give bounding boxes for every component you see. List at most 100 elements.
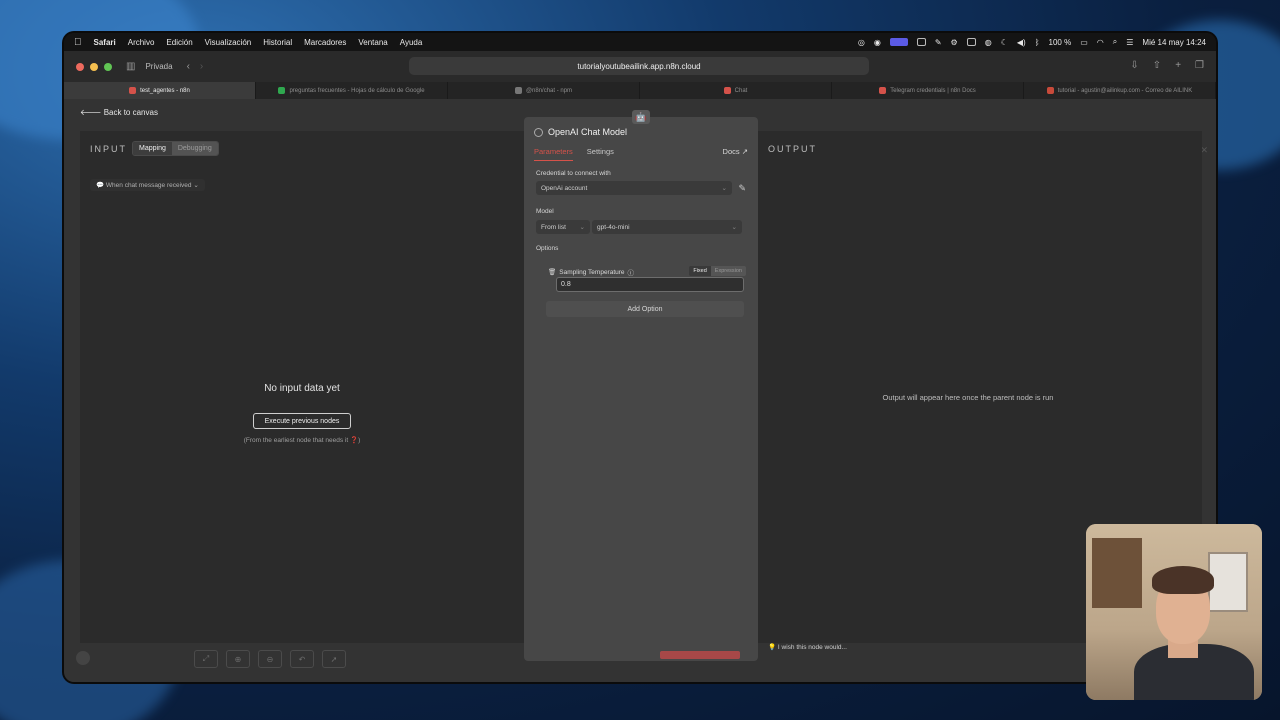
menu-ventana[interactable]: Ventana — [358, 38, 387, 47]
add-option-label: Add Option — [627, 305, 663, 313]
pencil-icon[interactable]: ✎ — [738, 183, 746, 194]
fit-view-icon[interactable]: ⤢ — [194, 650, 218, 668]
status-icon[interactable] — [966, 38, 976, 46]
status-icon[interactable] — [916, 38, 926, 46]
node-details-view: INPUT Mapping Debugging 💬 When chat mess… — [80, 110, 1202, 661]
model-mode-select[interactable]: From list ⌄ — [536, 220, 590, 234]
menu-ayuda[interactable]: Ayuda — [400, 38, 423, 47]
screen-record-icon[interactable] — [889, 38, 908, 46]
add-option-button[interactable]: Add Option — [546, 301, 744, 317]
menu-historial[interactable]: Historial — [263, 38, 292, 47]
status-icon[interactable]: ◉ — [874, 38, 881, 47]
wifi-icon[interactable]: ◠ — [1097, 38, 1104, 47]
status-icon[interactable]: ◎ — [858, 38, 865, 47]
debugging-tab[interactable]: Debugging — [171, 142, 218, 155]
sheets-favicon-icon — [278, 87, 286, 94]
sidebar-icon[interactable]: ▥ — [126, 61, 135, 72]
arrow-left-icon: 🡐 — [80, 108, 102, 117]
model-select[interactable]: gpt-4o-mini ⌄ — [592, 220, 742, 234]
tab-sheets[interactable]: preguntas frecuentes - Hojas de cálculo … — [256, 82, 448, 99]
back-to-canvas-link[interactable]: 🡐 Back to canvas — [80, 107, 158, 117]
trigger-label: When chat message received — [105, 182, 192, 189]
execute-previous-nodes-button[interactable]: Execute previous nodes — [253, 413, 351, 429]
volume-icon[interactable]: ◀) — [1017, 38, 1026, 47]
new-tab-icon[interactable]: + — [1175, 60, 1181, 71]
close-window-button[interactable] — [76, 62, 84, 71]
address-bar[interactable]: tutorialyoutubeailink.app.n8n.cloud — [409, 57, 869, 75]
n8n-app: 🡐 Back to canvas ✕ INPUT Mapping Debuggi… — [64, 99, 1216, 682]
battery-icon[interactable]: ▭ — [1080, 38, 1088, 47]
undo-icon[interactable]: ↶ — [290, 650, 314, 668]
moon-icon[interactable]: ☾ — [1001, 38, 1008, 47]
tab-telegram-docs[interactable]: Telegram credentials | n8n Docs — [832, 82, 1024, 99]
node-tabs: Parameters Settings — [534, 147, 614, 161]
docs-link[interactable]: Docs ↗ — [723, 147, 748, 156]
bluetooth-icon[interactable]: ᛒ — [1035, 38, 1040, 47]
search-icon[interactable]: ⌕ — [1113, 37, 1117, 47]
info-icon[interactable]: ⓘ — [628, 267, 635, 277]
temperature-input[interactable]: 0.8 — [556, 277, 744, 292]
private-label: Privada — [145, 62, 173, 71]
tab-parameters[interactable]: Parameters — [534, 147, 573, 161]
zoom-window-button[interactable] — [104, 62, 112, 71]
share-icon[interactable]: ⇧ — [1153, 60, 1161, 71]
webcam-person-hair — [1152, 566, 1214, 594]
apple-icon[interactable]:  — [74, 37, 82, 48]
mapping-tab[interactable]: Mapping — [133, 142, 172, 155]
node-title[interactable]: OpenAI Chat Model — [534, 127, 627, 137]
menu-edicion[interactable]: Edición — [166, 38, 192, 47]
status-icon[interactable]: ◍ — [985, 38, 992, 47]
expression-option[interactable]: Expression — [710, 266, 746, 276]
fixed-expression-toggle: Fixed Expression — [689, 266, 746, 276]
options-label: Options — [536, 245, 559, 252]
n8n-docs-favicon-icon — [879, 87, 887, 94]
cursor-icon[interactable]: ➚ — [322, 650, 346, 668]
openai-icon — [534, 127, 543, 137]
node-parameters-panel: 🤖 OpenAI Chat Model Parameters Settings … — [524, 110, 758, 661]
tab-chat[interactable]: Chat — [640, 82, 832, 99]
safari-toolbar: ▥ Privada ‹ › tutorialyoutubeailink.app.… — [64, 51, 1216, 82]
download-icon[interactable]: ⇩ — [1130, 60, 1138, 71]
tab-n8n[interactable]: test_agentes - n8n — [64, 82, 256, 99]
mac-screen:  Safari Archivo Edición Visualización H… — [64, 33, 1216, 682]
input-panel: INPUT Mapping Debugging 💬 When chat mess… — [80, 131, 524, 643]
back-label: Back to canvas — [103, 108, 158, 117]
credential-value: OpenAi account — [541, 184, 588, 192]
trigger-node-selector[interactable]: 💬 When chat message received ⌄ — [90, 179, 205, 191]
tab-overview-icon[interactable]: ❐ — [1195, 60, 1204, 71]
ask-ai-icon — [76, 651, 90, 665]
red-indicator — [660, 651, 740, 659]
tab-settings[interactable]: Settings — [587, 147, 614, 161]
window-controls — [76, 62, 112, 71]
trash-icon[interactable]: 🗑 — [548, 268, 556, 276]
feedback-link[interactable]: 💡 I wish this node would... — [768, 643, 847, 651]
gear-icon[interactable]: ⚙ — [951, 38, 958, 47]
credential-label: Credential to connect with — [536, 170, 611, 177]
battery-label[interactable]: 100 % — [1049, 38, 1072, 47]
tab-mail[interactable]: tutorial - agustin@ailinkup.com - Correo… — [1024, 82, 1216, 99]
menu-archivo[interactable]: Archivo — [128, 38, 155, 47]
chevron-down-icon: ⌄ — [721, 185, 727, 192]
forward-icon[interactable]: › — [200, 61, 203, 72]
tools-icon[interactable]: ✎ — [935, 38, 942, 47]
input-view-toggle: Mapping Debugging — [132, 141, 219, 156]
control-center-icon[interactable]: ☰ — [1126, 38, 1133, 47]
zoom-in-icon[interactable]: ⊕ — [226, 650, 250, 668]
output-empty-message: Output will appear here once the parent … — [882, 393, 1054, 402]
chevron-down-icon: ⌄ — [193, 182, 199, 189]
webcam-bookshelf — [1092, 538, 1142, 608]
clock[interactable]: Mié 14 may 14:24 — [1142, 38, 1206, 47]
minimize-window-button[interactable] — [90, 62, 98, 71]
menu-app[interactable]: Safari — [94, 38, 116, 47]
ask-ai-button[interactable] — [76, 651, 90, 665]
credential-select[interactable]: OpenAi account ⌄ — [536, 181, 732, 195]
menu-visualizacion[interactable]: Visualización — [205, 38, 252, 47]
back-icon[interactable]: ‹ — [187, 61, 190, 72]
menu-marcadores[interactable]: Marcadores — [304, 38, 346, 47]
tab-label: @n8n/chat - npm — [525, 87, 573, 94]
zoom-out-icon[interactable]: ⊖ — [258, 650, 282, 668]
fixed-option[interactable]: Fixed — [689, 266, 711, 276]
tab-npm[interactable]: @n8n/chat - npm — [448, 82, 640, 99]
no-input-title: No input data yet — [264, 383, 340, 394]
sampling-temperature-row: 🗑 Sampling Temperature ⓘ — [548, 267, 635, 278]
